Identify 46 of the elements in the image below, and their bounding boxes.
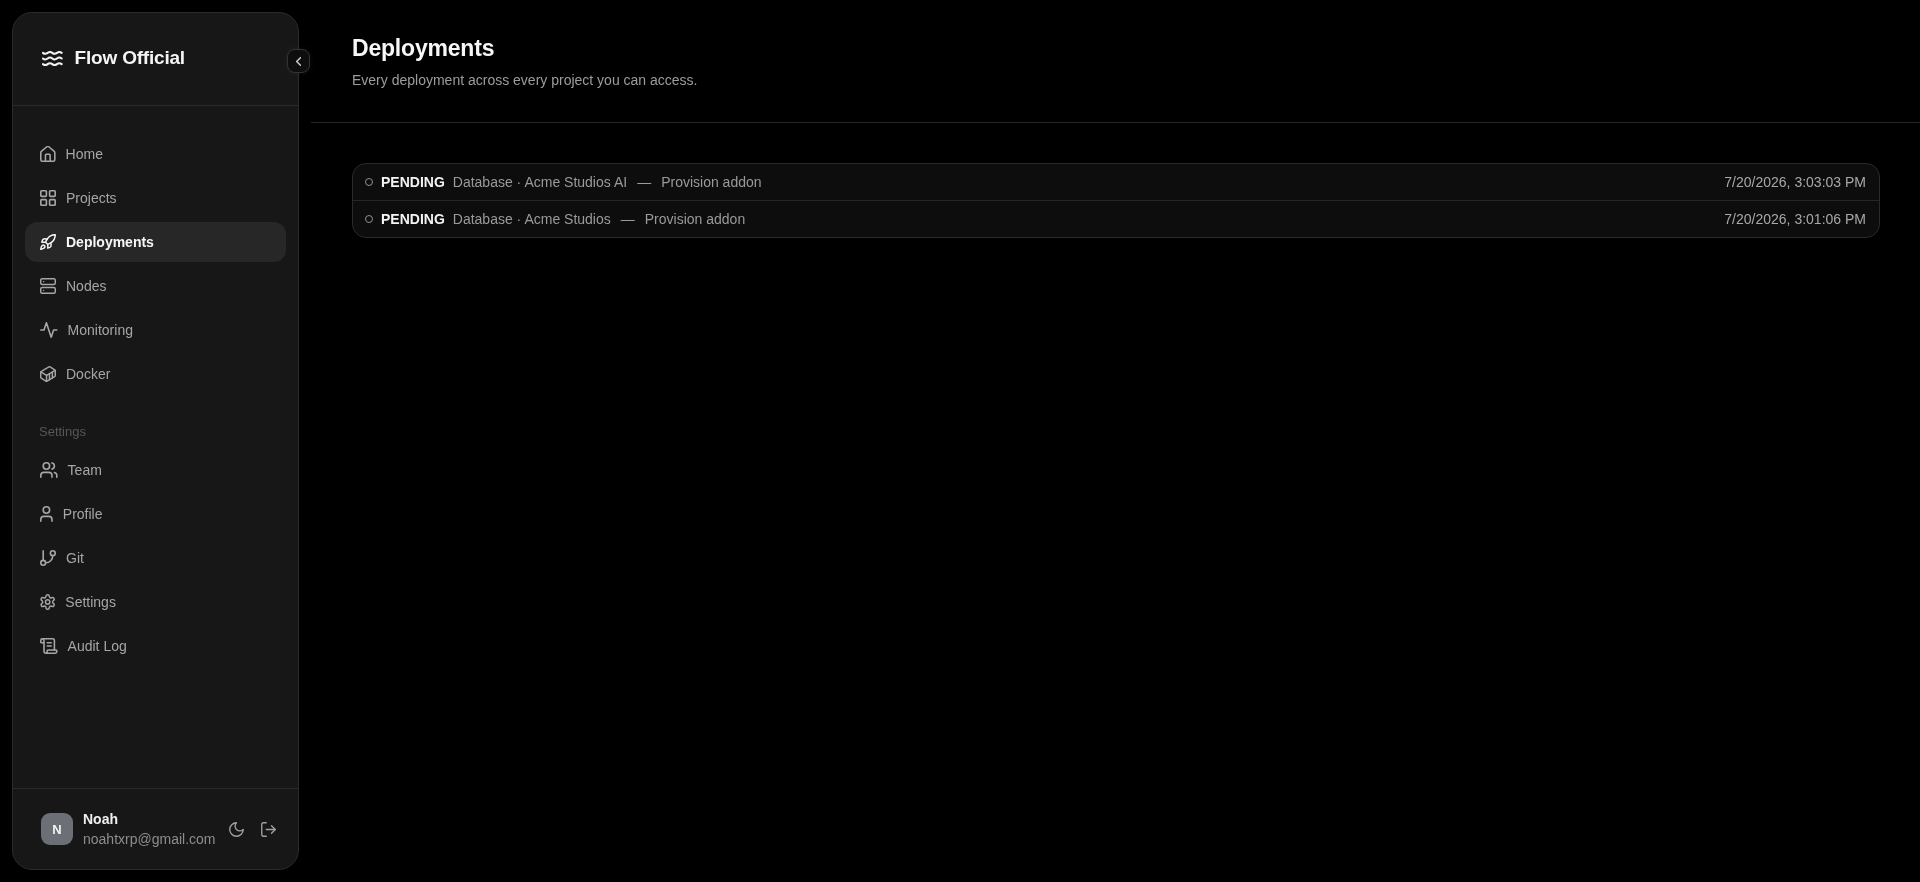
deployment-target: Database · Acme Studios: [452, 211, 611, 227]
rocket-icon: [40, 234, 56, 250]
collapse-button[interactable]: [287, 49, 310, 73]
logout-icon: [261, 821, 276, 837]
settings-icon: [40, 594, 56, 610]
home-icon: [40, 146, 56, 162]
theme-toggle-button[interactable]: [229, 821, 244, 837]
container-icon: [40, 366, 56, 382]
page-title: Deployments: [352, 34, 496, 63]
user-avatar: N: [41, 813, 73, 845]
waves-icon: [42, 50, 63, 66]
section-heading: Settings: [38, 423, 87, 441]
deployment-action: Provision addon: [644, 211, 746, 227]
user-name: Noah: [83, 810, 119, 829]
nav-item[interactable]: Home: [25, 134, 286, 174]
nav-item[interactable]: Docker: [25, 354, 286, 394]
status-label: PENDING: [381, 174, 445, 190]
nav-item[interactable]: Git: [25, 538, 286, 578]
page-subtitle: Every deployment across every project you can access.: [352, 71, 699, 90]
deployment-action: Provision addon: [661, 174, 762, 190]
chevron-left-icon: [295, 56, 302, 66]
deployment-time: 7/20/2026, 3:03:03 PM: [1724, 174, 1866, 190]
grid-icon: [40, 190, 56, 206]
nav-item[interactable]: Monitoring: [25, 310, 286, 350]
nav-item[interactable]: Nodes: [25, 266, 286, 306]
nav-item[interactable]: Deployments: [25, 222, 286, 262]
status-label: PENDING: [381, 211, 445, 227]
separator-dash: —: [637, 174, 652, 190]
nav-item[interactable]: Audit Log: [25, 626, 286, 666]
deployment-time: 7/20/2026, 3:01:06 PM: [1724, 211, 1866, 227]
scroll-icon: [40, 638, 58, 654]
server-icon: [40, 278, 56, 294]
users-icon: [40, 462, 58, 478]
nav-item[interactable]: Projects: [25, 178, 286, 218]
pulse-line-icon: [40, 322, 58, 338]
git-branch-icon: [40, 550, 56, 566]
brand-name: Flow Official: [74, 47, 185, 69]
moon-icon: [229, 821, 244, 837]
user-icon: [40, 506, 53, 522]
logout-button[interactable]: [261, 821, 276, 837]
user-email: noahtxrp@gmail.com: [83, 830, 216, 849]
nav-item[interactable]: Profile: [25, 494, 286, 534]
deployment-target: Database · Acme Studios AI: [452, 174, 628, 190]
separator-dash: —: [620, 211, 635, 227]
nav-item[interactable]: Team: [25, 450, 286, 490]
nav-item[interactable]: Settings: [25, 582, 286, 622]
